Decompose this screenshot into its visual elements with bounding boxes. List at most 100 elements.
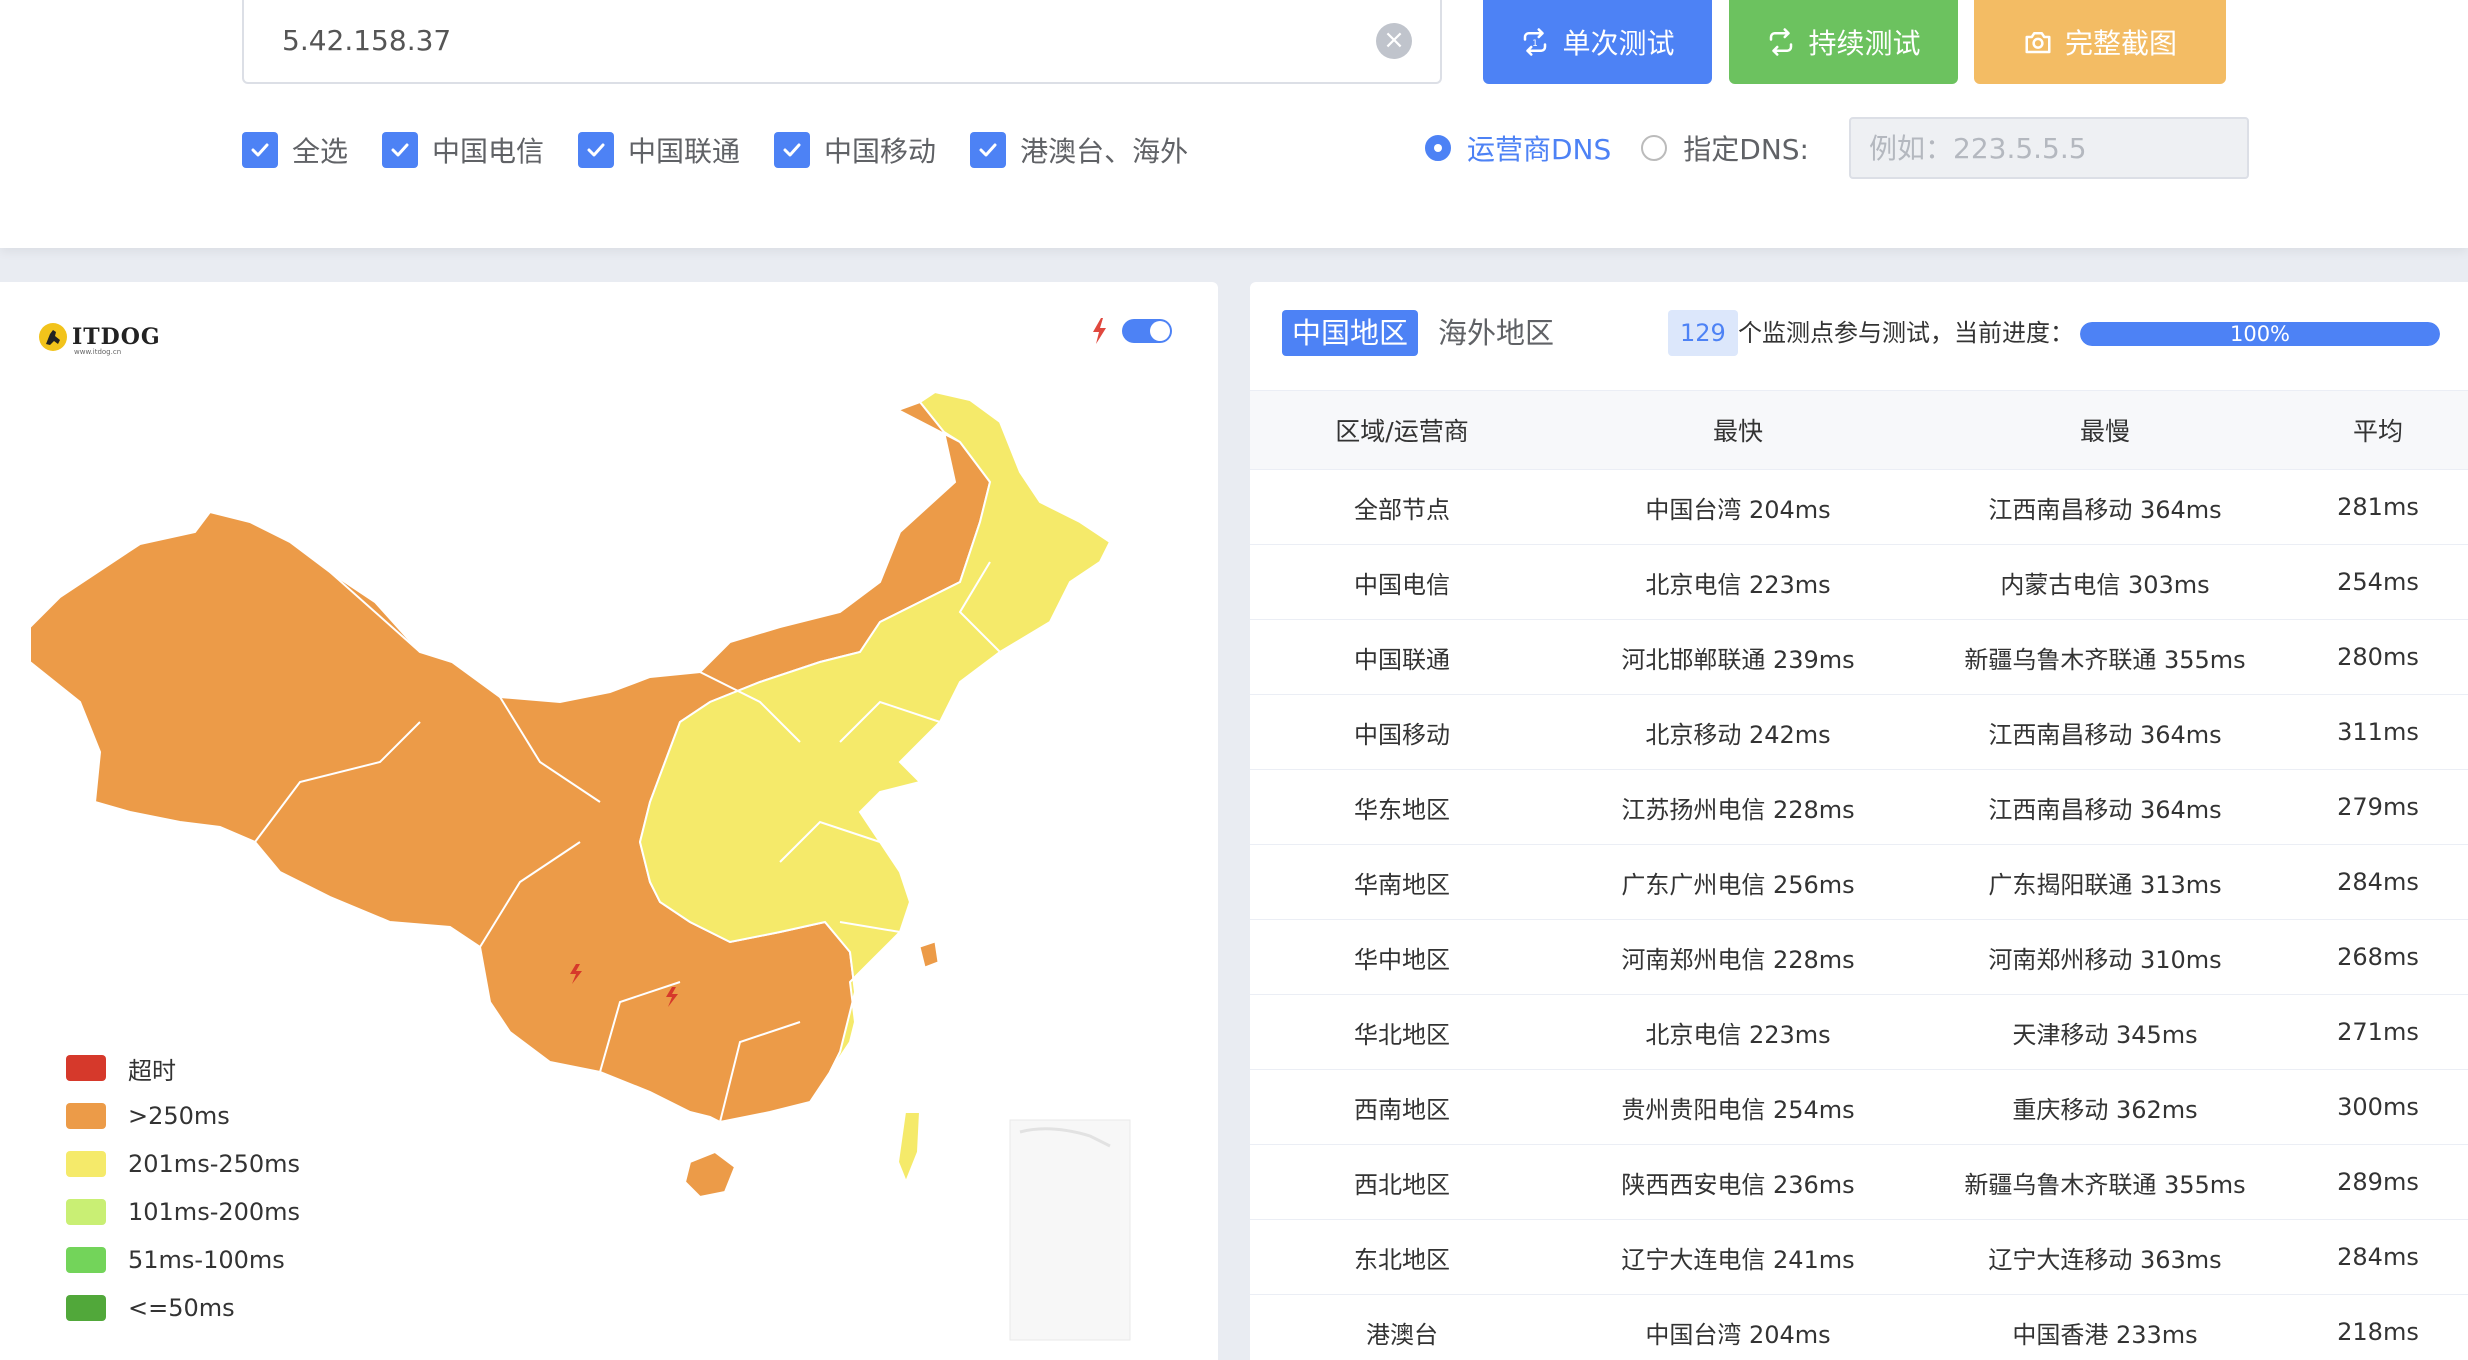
checkbox-checked-icon (382, 132, 419, 168)
cell-slowest: 江西南昌移动 364ms (1988, 720, 2222, 749)
logo-text: ITDOG (72, 324, 161, 350)
results-panel: 中国地区 海外地区 129 个监测点参与测试，当前进度： 100% 区域/运营商… (1250, 282, 2468, 1360)
legend-label: 201ms-250ms (128, 1150, 301, 1178)
table-row: 中国移动 北京移动 242ms 江西南昌移动 364ms 311ms (1250, 695, 2468, 770)
cell-fastest: 中国台湾 204ms (1645, 495, 1831, 524)
loop-icon (1770, 28, 1793, 56)
cell-slowest: 广东揭阳联通 313ms (1988, 870, 2222, 899)
cell-fastest: 贵州贵阳电信 254ms (1621, 1095, 1855, 1124)
radio-custom-dns[interactable]: 指定DNS: (1641, 128, 1809, 168)
lightning-icon (1093, 318, 1106, 344)
radio-unselected-icon (1641, 135, 1668, 161)
table-row: 港澳台 中国台湾 204ms 中国香港 233ms 218ms (1250, 1295, 2468, 1360)
cell-average: 284ms (2337, 868, 2419, 896)
progress-bar: 100% (2080, 322, 2440, 346)
checkbox-label: 中国移动 (824, 135, 937, 168)
table-row: 华北地区 北京电信 223ms 天津移动 345ms 271ms (1250, 995, 2468, 1070)
carrier-checkbox-group: 全选 中国电信 中国联通 中国移动 港澳台、海外 (242, 130, 1222, 170)
timeout-marker-toggle (1090, 317, 1172, 345)
table-row: 华中地区 河南郑州电信 228ms 河南郑州移动 310ms 268ms (1250, 920, 2468, 995)
checkbox-label: 港澳台、海外 (1020, 135, 1189, 168)
shanghai-region (919, 941, 939, 968)
cell-fastest: 中国台湾 204ms (1645, 1320, 1831, 1349)
cell-region: 港澳台 (1366, 1320, 1438, 1349)
cell-fastest: 北京电信 223ms (1645, 1020, 1831, 1049)
checkbox-checked-icon (578, 132, 615, 168)
cell-region: 华东地区 (1354, 795, 1450, 824)
taiwan-region (896, 1111, 922, 1185)
table-row: 西南地区 贵州贵阳电信 254ms 重庆移动 362ms 300ms (1250, 1070, 2468, 1145)
legend-label: >250ms (128, 1102, 230, 1130)
header-slowest: 最慢 (2079, 417, 2130, 446)
tab-china-region[interactable]: 中国地区 (1282, 310, 1419, 356)
dns-options: 运营商DNS 指定DNS: (1425, 117, 2249, 179)
ip-input-wrapper: × (242, 0, 1442, 84)
clear-input-icon[interactable]: × (1376, 23, 1412, 59)
checkbox-telecom[interactable]: 中国电信 (382, 130, 544, 170)
repeat-icon: 1 (1524, 28, 1547, 56)
checkbox-checked-icon (970, 132, 1007, 168)
cell-slowest: 天津移动 345ms (2012, 1020, 2198, 1049)
cell-average: 281ms (2337, 493, 2419, 521)
svg-text:1: 1 (1533, 39, 1539, 49)
header-average: 平均 (2352, 417, 2403, 446)
checkbox-select-all[interactable]: 全选 (242, 130, 348, 170)
legend-item: <=50ms (66, 1284, 300, 1332)
dog-logo-icon (39, 323, 67, 351)
ip-input[interactable] (244, 0, 1344, 80)
single-test-button[interactable]: 1 单次测试 (1483, 0, 1712, 84)
checkbox-mobile[interactable]: 中国移动 (774, 130, 936, 170)
toggle-switch[interactable] (1122, 319, 1172, 343)
cell-region: 华中地区 (1354, 945, 1450, 974)
progress-fill: 100% (2080, 322, 2440, 346)
cell-average: 311ms (2337, 718, 2419, 746)
cell-slowest: 内蒙古电信 303ms (2000, 570, 2210, 599)
radio-selected-icon (1425, 135, 1451, 161)
latency-legend: 超时 >250ms 201ms-250ms 101ms-200ms 51ms-1… (66, 1044, 300, 1332)
legend-item: >250ms (66, 1092, 300, 1140)
cell-average: 268ms (2337, 943, 2419, 971)
table-header: 区域/运营商 最快 最慢 平均 (1250, 390, 2468, 470)
cell-average: 280ms (2337, 643, 2419, 671)
checkbox-unicom[interactable]: 中国联通 (578, 130, 740, 170)
cell-average: 289ms (2337, 1168, 2419, 1196)
results-header: 中国地区 海外地区 129 个监测点参与测试，当前进度： 100% (1250, 282, 2468, 390)
screenshot-label: 完整截图 (2064, 27, 2177, 60)
south-china-sea-inset (1009, 1119, 1131, 1341)
cell-slowest: 新疆乌鲁木齐联通 355ms (1964, 1170, 2246, 1199)
cell-slowest: 江西南昌移动 364ms (1988, 495, 2222, 524)
cell-average: 218ms (2337, 1318, 2419, 1346)
radio-label: 运营商DNS (1467, 133, 1612, 166)
cell-average: 284ms (2337, 1243, 2419, 1271)
cell-fastest: 河南郑州电信 228ms (1621, 945, 1855, 974)
checkbox-label: 全选 (292, 135, 349, 168)
cell-average: 300ms (2337, 1093, 2419, 1121)
checkbox-overseas[interactable]: 港澳台、海外 (970, 130, 1188, 170)
cell-region: 全部节点 (1354, 495, 1450, 524)
cell-region: 西南地区 (1354, 1095, 1450, 1124)
legend-swatch (66, 1055, 106, 1081)
cell-region: 东北地区 (1354, 1245, 1450, 1274)
cell-average: 254ms (2337, 568, 2419, 596)
cell-slowest: 河南郑州移动 310ms (1988, 945, 2222, 974)
custom-dns-input[interactable] (1849, 117, 2249, 179)
legend-item: 101ms-200ms (66, 1188, 300, 1236)
cell-region: 华北地区 (1354, 1020, 1450, 1049)
camera-icon (2025, 32, 2051, 54)
screenshot-button[interactable]: 完整截图 (1974, 0, 2226, 84)
table-row: 东北地区 辽宁大连电信 241ms 辽宁大连移动 363ms 284ms (1250, 1220, 2468, 1295)
checkbox-label: 中国电信 (432, 135, 545, 168)
legend-item: 51ms-100ms (66, 1236, 300, 1284)
table-row: 华南地区 广东广州电信 256ms 广东揭阳联通 313ms 284ms (1250, 845, 2468, 920)
continuous-test-button[interactable]: 持续测试 (1729, 0, 1958, 84)
legend-swatch (66, 1295, 106, 1321)
radio-carrier-dns[interactable]: 运营商DNS (1425, 128, 1611, 168)
legend-label: 51ms-100ms (128, 1246, 285, 1274)
tab-overseas-region[interactable]: 海外地区 (1428, 310, 1564, 356)
header-region: 区域/运营商 (1335, 417, 1469, 446)
legend-label: <=50ms (128, 1294, 235, 1322)
results-table: 区域/运营商 最快 最慢 平均 全部节点 中国台湾 204ms 江西南昌移动 364… (1250, 390, 2468, 1360)
cell-region: 华南地区 (1354, 870, 1450, 899)
cell-fastest: 陕西西安电信 236ms (1621, 1170, 1855, 1199)
cell-slowest: 江西南昌移动 364ms (1988, 795, 2222, 824)
